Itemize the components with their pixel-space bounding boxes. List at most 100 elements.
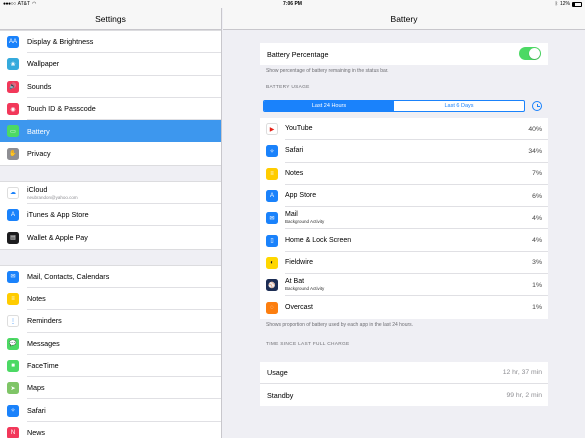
battery-level: 12% bbox=[559, 1, 570, 7]
bluetooth-icon: ᛒ bbox=[554, 1, 558, 7]
sidebar-title: Settings bbox=[0, 8, 221, 30]
sidebar-item-label: Mail, Contacts, Calendars bbox=[27, 271, 110, 281]
app-usage-row[interactable]: ◐ Fieldwire 3% bbox=[260, 252, 548, 275]
messages-icon: 💬 bbox=[7, 337, 19, 350]
app-battery-percent: 3% bbox=[532, 259, 542, 267]
app-name: Safari bbox=[285, 147, 304, 155]
detail-title: Battery bbox=[223, 8, 585, 30]
app-usage-text: Fieldwire bbox=[285, 252, 548, 275]
app-usage-row[interactable]: A App Store 6% bbox=[260, 185, 548, 208]
toggle-knob bbox=[529, 48, 540, 59]
sidebar-item-text: Reminders bbox=[27, 310, 221, 333]
sidebar-group: AA Display & Brightness ❀ Wallpaper 🔊 Sounds ◉… bbox=[0, 30, 221, 166]
app-usage-text: App Store bbox=[285, 185, 548, 208]
app-usage-row[interactable]: ◌ Overcast 1% bbox=[260, 296, 548, 318]
app-name: App Store bbox=[285, 192, 317, 200]
app-name: Overcast bbox=[285, 304, 314, 312]
sidebar-item-mail-contacts-calendars[interactable]: ✉ Mail, Contacts, Calendars bbox=[0, 266, 221, 288]
fingerprint-icon: ◉ bbox=[7, 103, 19, 116]
battery-percentage-toggle[interactable] bbox=[519, 47, 541, 60]
sidebar-item-news[interactable]: N News bbox=[0, 422, 221, 438]
app-battery-percent: 4% bbox=[532, 214, 542, 222]
wallet-icon: ▤ bbox=[7, 231, 19, 244]
sidebar-item-label: Privacy bbox=[27, 149, 51, 159]
sidebar-group: ✉ Mail, Contacts, Calendars ≡ Notes ⋮ Reminde… bbox=[0, 264, 221, 438]
sidebar-item-label: Battery bbox=[27, 126, 50, 136]
app-usage-row[interactable]: ▶ YouTube 40% bbox=[260, 118, 548, 141]
privacy-hand-icon: ✋ bbox=[7, 147, 19, 160]
sidebar-item-wallet-apple-pay[interactable]: ▤ Wallet & Apple Pay bbox=[0, 226, 221, 248]
sidebar-item-messages[interactable]: 💬 Messages bbox=[0, 333, 221, 355]
app-usage-list: ▶ YouTube 40% ✧ Safari 34% ≡ Notes 7% A App Store 6… bbox=[260, 118, 548, 319]
sidebar-item-wallpaper[interactable]: ❀ Wallpaper bbox=[0, 53, 221, 76]
sidebar-item-label: Wallet & Apple Pay bbox=[27, 233, 88, 243]
sidebar-item-sounds[interactable]: 🔊 Sounds bbox=[0, 76, 221, 98]
tab-last-6-days[interactable]: Last 6 Days bbox=[394, 101, 524, 111]
sidebar-item-label: iTunes & App Store bbox=[27, 210, 89, 220]
overcast-icon: ◌ bbox=[266, 301, 278, 314]
sidebar-item-label: Messages bbox=[27, 338, 60, 348]
app-name: At Bat bbox=[285, 278, 305, 286]
sidebar-item-display-brightness[interactable]: AA Display & Brightness bbox=[0, 31, 221, 54]
app-usage-text: YouTube bbox=[285, 118, 548, 141]
sidebar-item-text: Privacy bbox=[27, 142, 221, 164]
display-brightness-icon: AA bbox=[7, 36, 19, 49]
app-battery-percent: 40% bbox=[528, 125, 542, 133]
app-store-icon: A bbox=[7, 209, 19, 222]
sidebar-item-text: Wallet & Apple Pay bbox=[27, 226, 221, 248]
sidebar-item-label: iCloud bbox=[27, 184, 48, 194]
clock-icon[interactable] bbox=[532, 101, 542, 111]
notes-icon: ≡ bbox=[266, 167, 278, 180]
sidebar-item-text: FaceTime bbox=[27, 355, 221, 378]
sidebar-item-safari[interactable]: ✧ Safari bbox=[0, 399, 221, 422]
sidebar-item-maps[interactable]: ➤ Maps bbox=[0, 377, 221, 400]
sidebar-item-label: Display & Brightness bbox=[27, 37, 94, 47]
app-name: Mail bbox=[285, 211, 298, 219]
standby-time-value: 99 hr, 2 min bbox=[506, 391, 542, 399]
usage-time-value: 12 hr, 37 min bbox=[502, 369, 542, 376]
sidebar-item-text: iCloud neubrandon@yahoo.com bbox=[27, 182, 221, 205]
sidebar-groups: AA Display & Brightness ❀ Wallpaper 🔊 Sounds ◉… bbox=[0, 30, 221, 438]
sidebar-item-privacy[interactable]: ✋ Privacy bbox=[0, 142, 221, 164]
sidebar-item-icloud[interactable]: ☁ iCloud neubrandon@yahoo.com bbox=[0, 182, 221, 205]
sidebar-item-battery[interactable]: ▭ Battery bbox=[0, 120, 221, 143]
app-usage-text: Overcast bbox=[285, 296, 548, 318]
app-battery-percent: 4% bbox=[532, 237, 542, 245]
mail-icon: ✉ bbox=[7, 270, 19, 283]
time-section-label: TIME SINCE LAST FULL CHARGE bbox=[266, 342, 350, 347]
sidebar-item-facetime[interactable]: ■ FaceTime bbox=[0, 355, 221, 378]
sounds-icon: 🔊 bbox=[7, 80, 19, 93]
app-usage-text: Notes bbox=[285, 163, 548, 185]
sidebar-item-reminders[interactable]: ⋮ Reminders bbox=[0, 310, 221, 333]
status-time: 7:06 PM bbox=[283, 1, 302, 7]
sidebar-item-text: Mail, Contacts, Calendars bbox=[27, 266, 221, 288]
tab-last-24-hours[interactable]: Last 24 Hours bbox=[264, 101, 394, 111]
sidebar-item-text: iTunes & App Store bbox=[27, 204, 221, 227]
sidebar-item-touch-id-passcode[interactable]: ◉ Touch ID & Passcode bbox=[0, 98, 221, 121]
sidebar-item-label: News bbox=[27, 428, 45, 438]
app-usage-row[interactable]: ✧ Safari 34% bbox=[260, 140, 548, 163]
app-usage-row[interactable]: ⚾ At Bat Background Activity 1% bbox=[260, 274, 548, 297]
sidebar-item-notes[interactable]: ≡ Notes bbox=[0, 288, 221, 311]
app-store-icon: A bbox=[266, 190, 278, 203]
sidebar-item-text: Battery bbox=[27, 120, 221, 142]
sidebar-item-label: Wallpaper bbox=[27, 59, 60, 69]
battery-icon: ▭ bbox=[7, 125, 19, 138]
standby-time-row: Standby 99 hr, 2 min bbox=[260, 384, 548, 406]
at-bat-icon: ⚾ bbox=[266, 279, 278, 292]
notes-icon: ≡ bbox=[7, 293, 19, 306]
sidebar-group: ☁ iCloud neubrandon@yahoo.com AiTunes & App… bbox=[0, 180, 221, 250]
sidebar-item-text: News bbox=[27, 422, 221, 438]
sidebar-item-label: Touch ID & Passcode bbox=[27, 104, 96, 114]
sidebar-item-text: Touch ID & Passcode bbox=[27, 98, 221, 121]
battery-usage-section-label: BATTERY USAGE bbox=[266, 85, 310, 90]
sidebar-item-label: Notes bbox=[27, 294, 46, 304]
app-usage-row[interactable]: ▯ Home & Lock Screen 4% bbox=[260, 229, 548, 252]
youtube-icon: ▶ bbox=[266, 123, 278, 136]
app-usage-row[interactable]: ≡ Notes 7% bbox=[260, 163, 548, 185]
app-usage-text: Safari bbox=[285, 140, 548, 163]
app-battery-percent: 7% bbox=[532, 170, 542, 178]
battery-percentage-note: Show percentage of battery remaining in … bbox=[266, 68, 389, 74]
app-usage-row[interactable]: ✉ Mail Background Activity 4% bbox=[260, 207, 548, 230]
sidebar-item-itunes-app-store[interactable]: AiTunes & App Store bbox=[0, 204, 221, 227]
